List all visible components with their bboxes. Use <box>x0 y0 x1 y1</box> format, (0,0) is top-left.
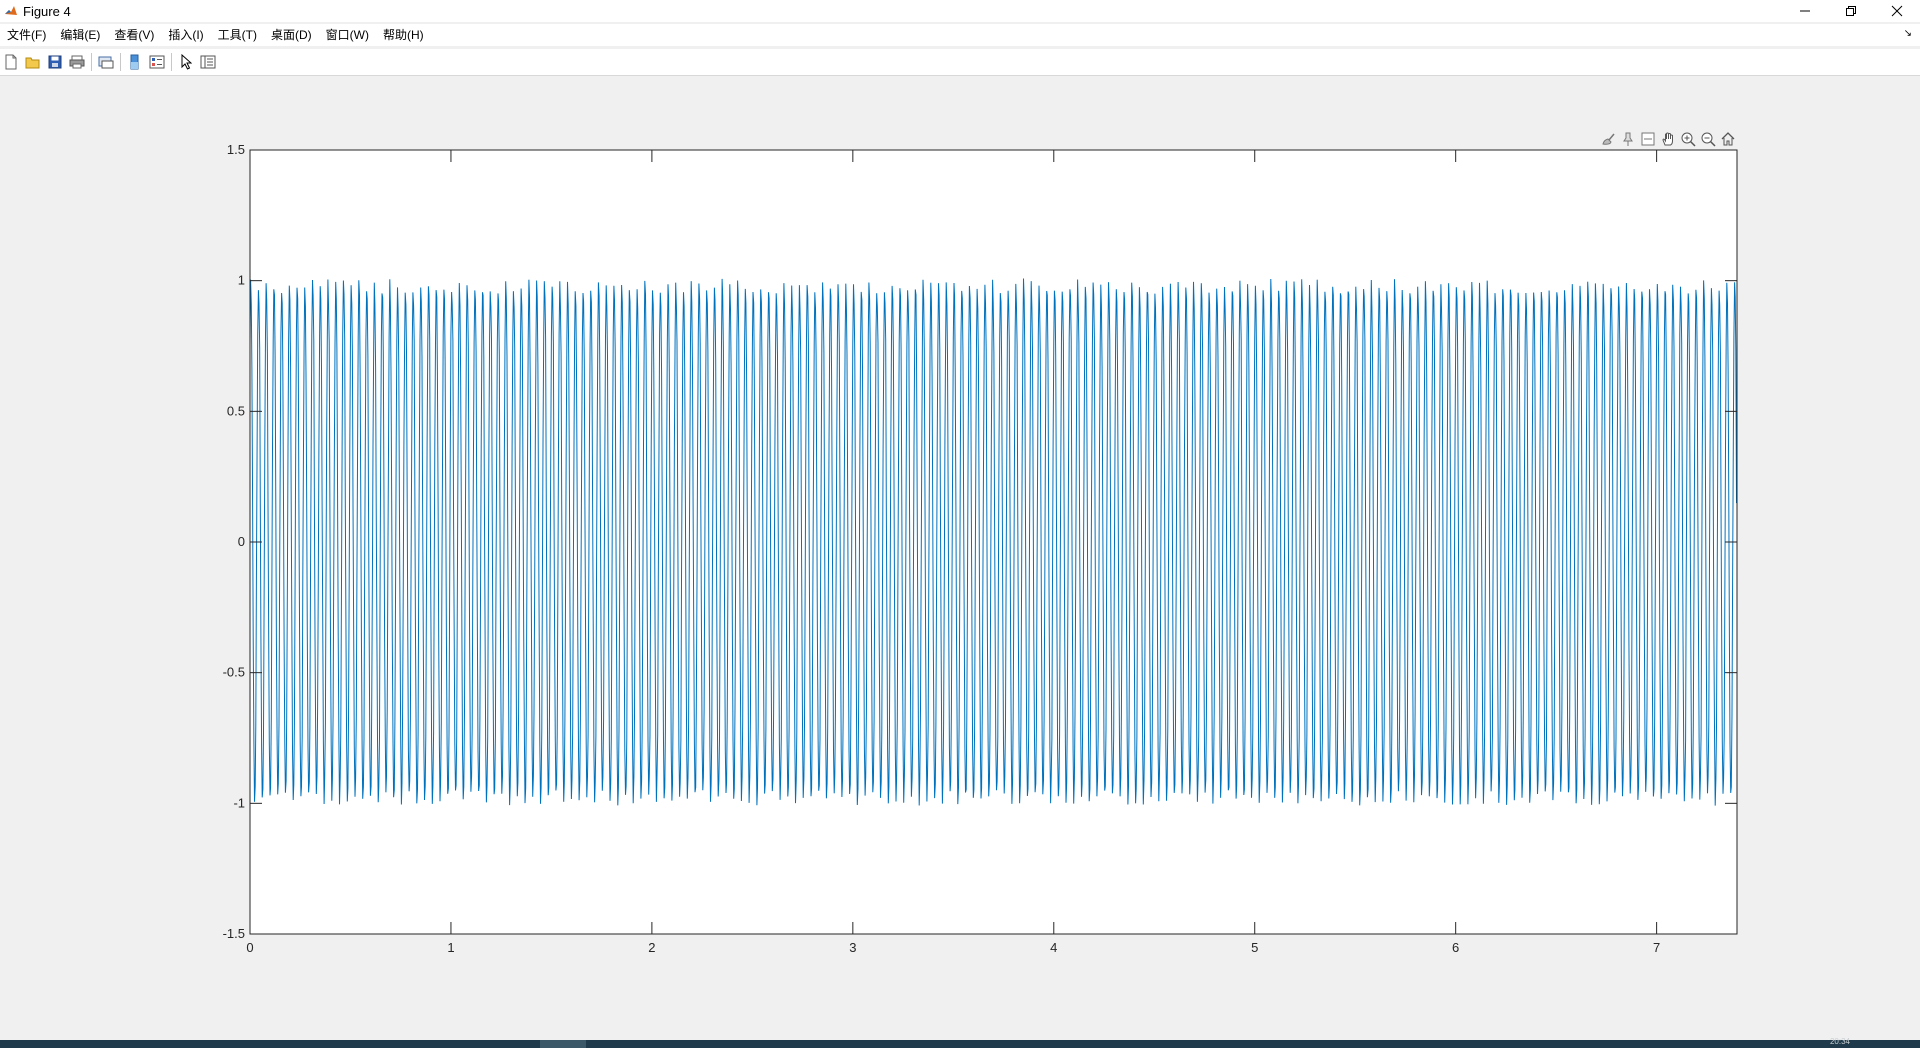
y-tick-label: -0.5 <box>223 665 245 680</box>
y-tick-label: 1.5 <box>227 142 245 157</box>
taskbar-clock: 20:34 <box>1829 1037 1850 1046</box>
y-tick-label: 1 <box>238 273 245 288</box>
x-tick-label: 1 <box>447 940 454 955</box>
taskbar: 20:34 <box>0 1037 1920 1048</box>
y-tick-label: -1 <box>233 795 245 810</box>
x-tick-label: 2 <box>648 940 655 955</box>
y-tick-label: 0.5 <box>227 403 245 418</box>
y-tick-label: -1.5 <box>223 926 245 941</box>
y-tick-label: 0 <box>238 534 245 549</box>
x-tick-label: 4 <box>1050 940 1057 955</box>
x-tick-label: 6 <box>1452 940 1459 955</box>
plot-canvas: 0 1 2 3 4 5 6 7 -1.5 -1 -0.5 0 0.5 1 1.5 <box>223 142 1738 955</box>
x-tick-label: 0 <box>246 940 253 955</box>
x-tick-label: 5 <box>1251 940 1258 955</box>
taskbar-active-app[interactable] <box>540 1040 586 1048</box>
x-tick-label: 3 <box>849 940 856 955</box>
x-tick-label: 7 <box>1653 940 1660 955</box>
